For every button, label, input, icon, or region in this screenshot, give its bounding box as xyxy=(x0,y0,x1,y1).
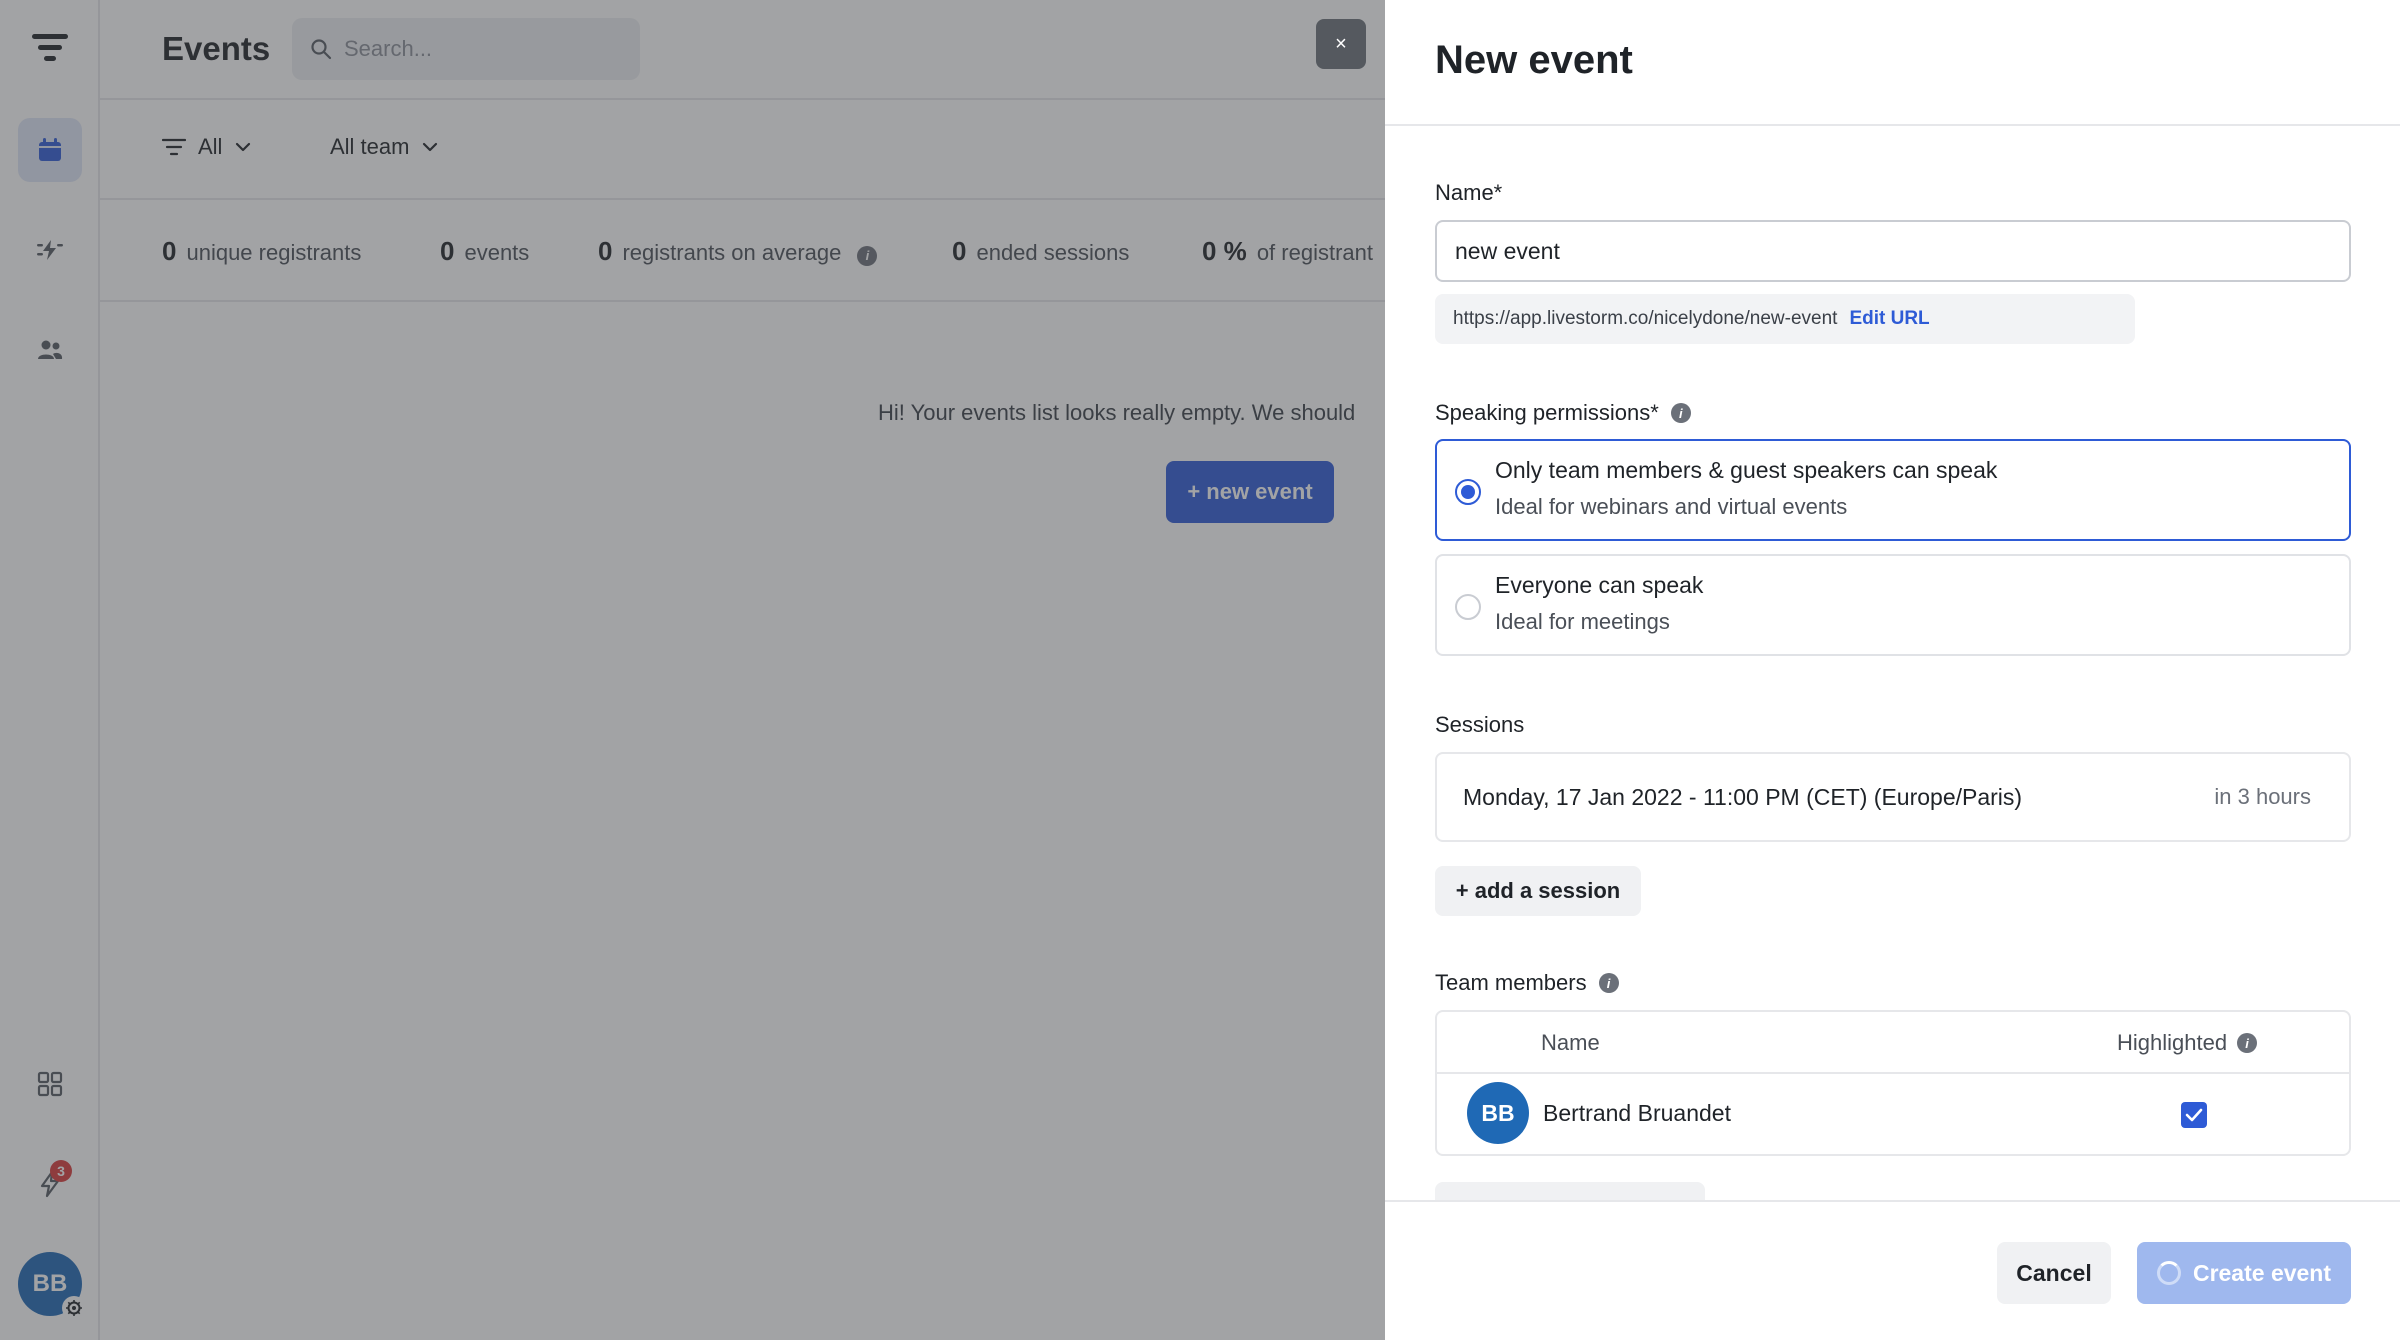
close-icon: × xyxy=(1335,32,1347,55)
create-event-label: Create event xyxy=(2192,1259,2332,1286)
team-members-text: Team members xyxy=(1435,970,1587,995)
speaking-permissions-label: Speaking permissions* i xyxy=(1435,400,1691,426)
radio-button[interactable] xyxy=(1455,594,1481,620)
option-title: Only team members & guest speakers can s… xyxy=(1495,457,1998,483)
drawer-header: New event xyxy=(1385,0,2400,126)
table-row: BB Bertrand Bruandet xyxy=(1437,1074,2349,1156)
drawer-footer: Cancel Create event xyxy=(1385,1200,2400,1340)
permission-option-team[interactable]: Only team members & guest speakers can s… xyxy=(1435,439,2351,541)
member-name: Bertrand Bruandet xyxy=(1543,1100,1731,1126)
drawer-title: New event xyxy=(1435,38,1633,82)
new-event-drawer: New event Name* https://app.livestorm.co… xyxy=(1385,0,2400,1340)
session-date: Monday, 17 Jan 2022 - 11:00 PM (CET) (Eu… xyxy=(1463,783,2023,810)
column-header-highlighted: Highlighted i xyxy=(2117,1030,2258,1056)
info-icon[interactable]: i xyxy=(2237,1033,2258,1053)
highlighted-checkbox[interactable] xyxy=(2181,1102,2207,1128)
create-event-button[interactable]: Create event xyxy=(2137,1242,2351,1304)
team-members-table: Name Highlighted i BB Bertrand Bruandet xyxy=(1435,1010,2351,1156)
team-members-label: Team members i xyxy=(1435,970,1619,996)
info-icon[interactable]: i xyxy=(1670,403,1691,423)
sessions-label: Sessions xyxy=(1435,712,1525,737)
add-session-button[interactable]: + add a session xyxy=(1435,866,1641,916)
modal-backdrop[interactable] xyxy=(0,0,1385,1340)
loading-spinner-icon xyxy=(2156,1261,2181,1285)
permission-option-everyone[interactable]: Everyone can speak Ideal for meetings xyxy=(1435,554,2351,656)
checkmark-icon xyxy=(2185,1108,2203,1122)
close-drawer-button[interactable]: × xyxy=(1316,19,1366,69)
add-team-member-button[interactable] xyxy=(1435,1182,1705,1201)
drawer-body[interactable]: Name* https://app.livestorm.co/nicelydon… xyxy=(1435,126,2351,1201)
radio-button-selected[interactable] xyxy=(1455,479,1481,505)
speaking-permissions-text: Speaking permissions* xyxy=(1435,400,1659,425)
member-avatar: BB xyxy=(1467,1082,1529,1144)
table-header: Name Highlighted i xyxy=(1437,1012,2349,1074)
edit-url-link[interactable]: Edit URL xyxy=(1849,308,1929,330)
column-header-highlighted-text: Highlighted xyxy=(2117,1030,2228,1055)
event-name-input[interactable] xyxy=(1435,220,2351,282)
column-header-name: Name xyxy=(1541,1030,1600,1055)
event-url-box: https://app.livestorm.co/nicelydone/new-… xyxy=(1435,294,2135,344)
name-label: Name* xyxy=(1435,180,1503,205)
event-url: https://app.livestorm.co/nicelydone/new-… xyxy=(1453,308,1838,329)
app-root: 3 BB Events Search... All All team 0 uni… xyxy=(0,0,2400,1340)
option-description: Ideal for webinars and virtual events xyxy=(1495,494,1848,519)
session-relative-time: in 3 hours xyxy=(2214,784,2311,809)
cancel-button[interactable]: Cancel xyxy=(1997,1242,2111,1304)
option-title: Everyone can speak xyxy=(1495,572,1704,598)
info-icon[interactable]: i xyxy=(1598,973,1619,993)
session-item[interactable]: Monday, 17 Jan 2022 - 11:00 PM (CET) (Eu… xyxy=(1435,752,2351,842)
option-description: Ideal for meetings xyxy=(1495,609,1670,634)
